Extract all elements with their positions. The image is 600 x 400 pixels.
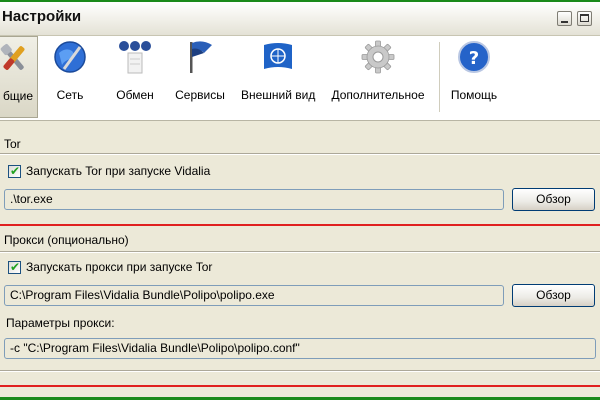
annotation-red-line-bottom — [0, 385, 600, 387]
tab-help-label: Помощь — [450, 88, 498, 102]
tor-browse-button[interactable]: Обзор — [512, 188, 595, 211]
tab-appearance[interactable]: Внешний вид — [241, 36, 315, 118]
tab-network-label: Сеть — [56, 88, 84, 102]
un-flag-icon — [264, 43, 292, 69]
start-proxy-checkbox-box[interactable]: ✔ — [8, 260, 21, 274]
tab-general-label: бщие — [2, 89, 34, 103]
tab-appearance-label: Внешний вид — [241, 88, 316, 102]
start-proxy-checkbox-label: Запускать прокси при запуске Tor — [26, 260, 213, 274]
help-icon: ? — [458, 41, 490, 73]
tab-network[interactable]: Сеть — [48, 36, 92, 118]
proxy-group-divider — [0, 251, 600, 253]
maximize-button[interactable] — [577, 11, 592, 26]
tab-sharing-label: Обмен — [116, 88, 154, 102]
tab-general[interactable]: бщие — [0, 36, 38, 118]
toolbar-separator — [439, 42, 440, 112]
start-tor-checkbox-box[interactable]: ✔ — [8, 164, 21, 178]
tab-advanced[interactable]: Дополнительное — [331, 36, 425, 118]
start-tor-checkbox-label: Запускать Tor при запуске Vidalia — [26, 164, 211, 178]
tab-sharing[interactable]: Обмен — [110, 36, 160, 118]
tab-services-label: Сервисы — [175, 88, 225, 102]
window-title: Настройки — [2, 8, 82, 25]
minimize-icon — [561, 21, 568, 23]
tools-icon — [0, 43, 25, 70]
tab-help[interactable]: ? Помощь — [448, 36, 500, 118]
checkmark-icon: ✔ — [10, 260, 21, 274]
maximize-icon — [580, 14, 589, 22]
flag-icon — [190, 41, 212, 73]
proxy-group-label: Прокси (опционально) — [4, 233, 129, 247]
minimize-button[interactable] — [557, 11, 572, 26]
tab-services[interactable]: Сервисы — [172, 36, 228, 118]
checkmark-icon: ✔ — [10, 164, 21, 178]
proxy-params-label: Параметры прокси: — [6, 316, 115, 330]
proxy-browse-button[interactable]: Обзор — [512, 284, 595, 307]
annotation-red-line-top — [0, 224, 600, 226]
proxy-group-bottom-divider — [0, 370, 600, 372]
settings-toolbar: бщие Сеть Обмен Сервисы Внешний вид Допо… — [0, 36, 600, 121]
tor-path-input[interactable]: .\tor.exe — [4, 189, 504, 210]
tab-advanced-label: Дополнительное — [331, 88, 425, 102]
svg-text:?: ? — [469, 48, 479, 69]
proxy-path-input[interactable]: C:\Program Files\Vidalia Bundle\Polipo\p… — [4, 285, 504, 306]
gear-icon — [361, 40, 395, 74]
tor-group-divider — [0, 153, 600, 155]
tor-group-label: Tor — [4, 137, 21, 151]
globe-icon — [54, 41, 86, 73]
share-icon — [119, 41, 151, 74]
title-bar: Настройки — [0, 2, 600, 36]
proxy-params-input[interactable]: -c "C:\Program Files\Vidalia Bundle\Poli… — [4, 338, 596, 359]
